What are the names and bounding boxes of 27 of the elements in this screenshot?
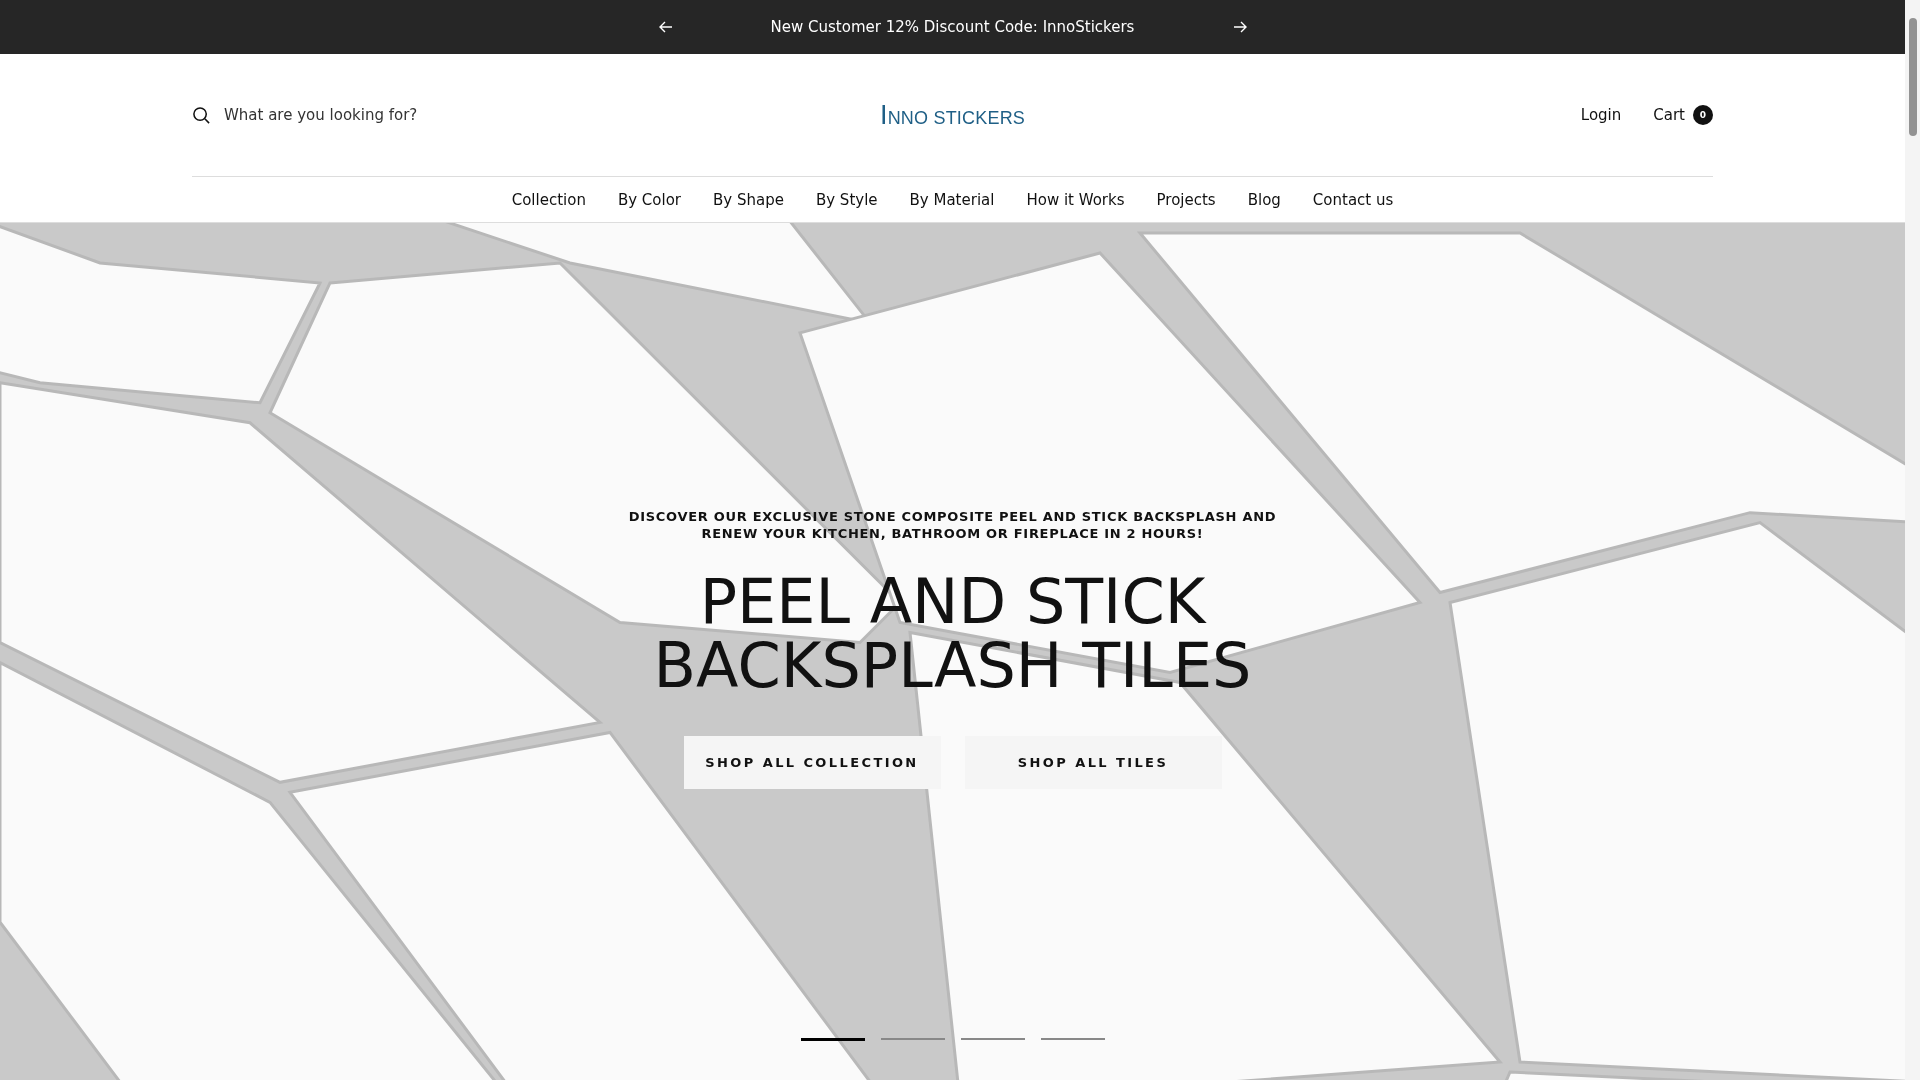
nav-link[interactable]: By Shape <box>713 190 784 209</box>
nav-link[interactable]: Projects <box>1156 190 1216 209</box>
search-field[interactable]: What are you looking for? <box>192 105 512 125</box>
logo[interactable]: INNO STICKERS <box>879 99 1026 131</box>
slide-indicator[interactable] <box>960 1038 1025 1040</box>
hero-title: PEEL AND STICK BACKSPLASH TILES <box>652 570 1253 698</box>
slide-indicator[interactable] <box>800 1038 865 1041</box>
announcement-text: New Customer 12% Discount Code: InnoStickers <box>769 18 1136 36</box>
nav-link[interactable]: Blog <box>1247 190 1281 209</box>
cart-count: 0 <box>1693 105 1713 125</box>
hero-subtitle: DISCOVER OUR EXCLUSIVE STONE COMPOSITE PEEL AND STICK BACKSPLASH AND RENEW YOUR KITCHEN, BATHROOM OR FIREPLACE IN 2 HOURS! <box>627 508 1278 542</box>
slide-indicator[interactable] <box>880 1038 945 1040</box>
login-link[interactable]: Login <box>1580 106 1622 124</box>
arrow-left-icon[interactable] <box>658 21 673 33</box>
arrow-right-icon[interactable] <box>1232 21 1247 33</box>
shop-button[interactable]: SHOP ALL TILES <box>964 736 1222 789</box>
nav-link[interactable]: By Color <box>617 190 681 209</box>
nav-link[interactable]: Contact us <box>1312 190 1394 209</box>
nav-link[interactable]: By Material <box>909 190 995 209</box>
search-icon <box>192 105 211 125</box>
slide-indicator[interactable] <box>1040 1038 1105 1040</box>
nav-link[interactable]: Collection <box>511 190 586 209</box>
nav-link[interactable]: By Style <box>815 190 878 209</box>
scrollbar[interactable] <box>1905 0 1920 1080</box>
nav-link[interactable]: How it Works <box>1026 190 1125 209</box>
cart-link[interactable]: Cart <box>1653 106 1685 124</box>
shop-button[interactable]: SHOP ALL COLLECTION <box>683 736 941 789</box>
